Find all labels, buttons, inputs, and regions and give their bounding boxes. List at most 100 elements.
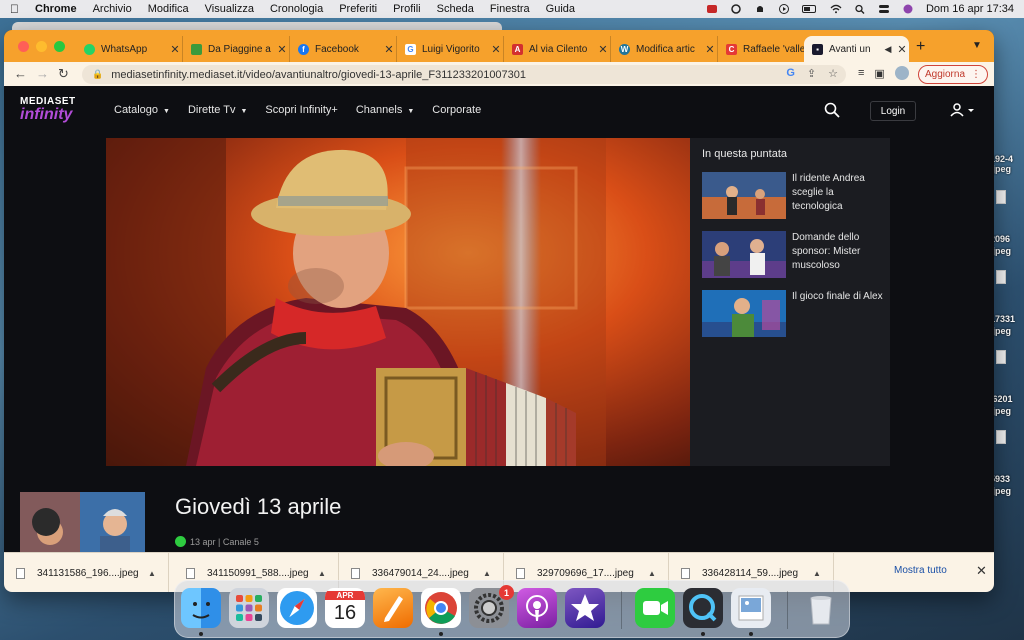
login-button[interactable]: Login <box>870 101 916 121</box>
control-center-icon[interactable] <box>878 4 890 14</box>
close-downloads-icon[interactable]: ✕ <box>976 563 987 579</box>
bookmark-star-icon[interactable]: ☆ <box>828 67 838 80</box>
show-all-downloads-link[interactable]: Mostra tutto <box>894 565 947 576</box>
menu-scheda[interactable]: Scheda <box>437 3 474 15</box>
share-icon[interactable]: ⇪ <box>807 67 816 80</box>
finder-icon[interactable] <box>181 588 221 628</box>
menu-profili[interactable]: Profili <box>393 3 421 15</box>
episode-item[interactable]: Domande dello sponsor: Mister muscoloso <box>702 231 887 281</box>
episode-title[interactable]: Domande dello sponsor: Mister muscoloso <box>792 231 884 273</box>
episode-thumbnail[interactable] <box>702 172 786 219</box>
menu-modifica[interactable]: Modifica <box>148 3 189 15</box>
menu-finestra[interactable]: Finestra <box>490 3 530 15</box>
tab-wordpress[interactable]: W Modifica artic ✕ <box>611 36 718 62</box>
extension-icon[interactable] <box>706 4 718 14</box>
episode-title[interactable]: Il gioco finale di Alex <box>792 290 884 304</box>
episode-item[interactable]: Il ridente Andrea sceglie la tecnologica <box>702 172 887 222</box>
episode-thumbnail[interactable] <box>702 231 786 278</box>
user-icon[interactable] <box>950 103 976 117</box>
speaker-icon[interactable]: ◀ <box>881 44 895 55</box>
chevron-up-icon[interactable]: ▲ <box>148 569 168 578</box>
nav-corporate[interactable]: Corporate <box>432 104 481 116</box>
tab-facebook[interactable]: f Facebook ✕ <box>290 36 397 62</box>
episode-item[interactable]: Il gioco finale di Alex <box>702 290 887 340</box>
desktop-file[interactable]: .6201 .jpeg <box>990 350 1024 416</box>
tab-google[interactable]: G Luigi Vigorito ✕ <box>397 36 504 62</box>
search-icon[interactable] <box>824 102 840 118</box>
tab-close-icon[interactable]: ✕ <box>489 43 503 56</box>
update-button[interactable]: Aggiorna ⋮ <box>918 65 988 84</box>
chevron-up-icon[interactable]: ▲ <box>318 569 338 578</box>
tab-whatsapp[interactable]: WhatsApp ✕ <box>76 36 183 62</box>
desktop-file[interactable]: 2096 .jpeg <box>990 190 1024 256</box>
tab-mediaset-active[interactable]: ▪ Avanti un ◀ ✕ <box>804 36 909 62</box>
tab-close-icon[interactable]: ✕ <box>275 43 289 56</box>
siri-icon[interactable] <box>902 4 914 14</box>
apple-icon[interactable]:  <box>10 2 19 16</box>
bell-icon[interactable] <box>754 4 766 14</box>
launchpad-icon[interactable] <box>229 588 269 628</box>
imovie-icon[interactable] <box>565 588 605 628</box>
tab-search-chevron-icon[interactable]: ▼ <box>972 40 982 51</box>
tab-close-icon[interactable]: ✕ <box>703 43 717 56</box>
profile-avatar-icon[interactable] <box>894 66 909 80</box>
tab-close-icon[interactable]: ✕ <box>895 43 909 56</box>
menu-cronologia[interactable]: Cronologia <box>270 3 323 15</box>
chevron-up-icon[interactable]: ▲ <box>648 569 668 578</box>
mediaset-infinity-logo[interactable]: MEDIASET infinity <box>20 96 100 128</box>
quicktime-icon[interactable] <box>683 588 723 628</box>
nav-catalogo[interactable]: Catalogo ▼ <box>114 104 170 116</box>
chevron-up-icon[interactable]: ▲ <box>483 569 503 578</box>
desktop-file[interactable]: 192-4 .jpeg <box>990 110 1024 174</box>
chevron-up-icon[interactable]: ▲ <box>813 569 833 578</box>
show-thumbnail[interactable] <box>20 492 145 552</box>
clock[interactable]: Dom 16 apr 17:34 <box>926 3 1014 15</box>
podcasts-icon[interactable] <box>517 588 557 628</box>
tab-piaggine[interactable]: Da Piaggine a ✕ <box>183 36 290 62</box>
safari-icon[interactable] <box>277 588 317 628</box>
back-arrow-icon[interactable]: ← <box>14 66 27 81</box>
reload-icon[interactable]: ↻ <box>58 66 69 82</box>
nav-dirette-tv[interactable]: Dirette Tv ▼ <box>188 104 247 116</box>
lock-icon[interactable]: 🔒 <box>92 69 103 80</box>
tab-close-icon[interactable]: ✕ <box>382 43 396 56</box>
zoom-window-button[interactable] <box>54 41 65 52</box>
menu-preferiti[interactable]: Preferiti <box>339 3 377 15</box>
close-window-button[interactable] <box>18 41 29 52</box>
desktop-file[interactable]: 5933 .jpeg <box>990 430 1024 496</box>
forward-arrow-icon[interactable]: → <box>36 66 49 81</box>
reading-list-icon[interactable]: ≡ <box>858 67 864 79</box>
wifi-icon[interactable] <box>830 4 842 14</box>
url-text[interactable]: mediasetinfinity.mediaset.it/video/avant… <box>111 69 526 81</box>
tab-cilento[interactable]: A Al via Cilento ✕ <box>504 36 611 62</box>
spotlight-icon[interactable] <box>854 4 866 14</box>
nav-channels[interactable]: Channels ▼ <box>356 104 414 116</box>
running-indicator <box>701 632 705 636</box>
tab-close-icon[interactable]: ✕ <box>596 43 610 56</box>
preview-icon[interactable] <box>731 588 771 628</box>
chrome-icon[interactable] <box>421 588 461 628</box>
nav-scopri-infinity[interactable]: Scopri Infinity+ <box>265 104 337 116</box>
menu-archivio[interactable]: Archivio <box>93 3 132 15</box>
calendar-icon[interactable]: APR 16 <box>325 588 365 628</box>
gear-status-icon[interactable] <box>730 4 742 14</box>
tab-close-icon[interactable]: ✕ <box>168 43 182 56</box>
menu-app-name[interactable]: Chrome <box>35 3 77 15</box>
address-bar[interactable]: 🔒 mediasetinfinity.mediaset.it/video/ava… <box>82 65 846 84</box>
download-item[interactable]: 341131586_196....jpeg ▲ <box>4 553 169 592</box>
episode-title[interactable]: Il ridente Andrea sceglie la tecnologica <box>792 172 884 214</box>
facetime-icon[interactable] <box>635 588 675 628</box>
google-lens-icon[interactable]: G <box>786 67 795 80</box>
pages-icon[interactable] <box>373 588 413 628</box>
menu-guida[interactable]: Guida <box>546 3 575 15</box>
new-tab-button[interactable]: + <box>916 38 925 56</box>
minimize-window-button[interactable] <box>36 41 47 52</box>
battery-icon[interactable] <box>801 4 818 14</box>
video-player[interactable] <box>106 138 690 466</box>
menu-visualizza[interactable]: Visualizza <box>205 3 254 15</box>
sidebar-icon[interactable]: ▣ <box>874 67 884 80</box>
episode-thumbnail[interactable] <box>702 290 786 337</box>
play-icon[interactable] <box>778 4 790 14</box>
desktop-file[interactable]: 17331 .jpeg <box>990 270 1024 336</box>
trash-icon[interactable] <box>801 588 841 628</box>
